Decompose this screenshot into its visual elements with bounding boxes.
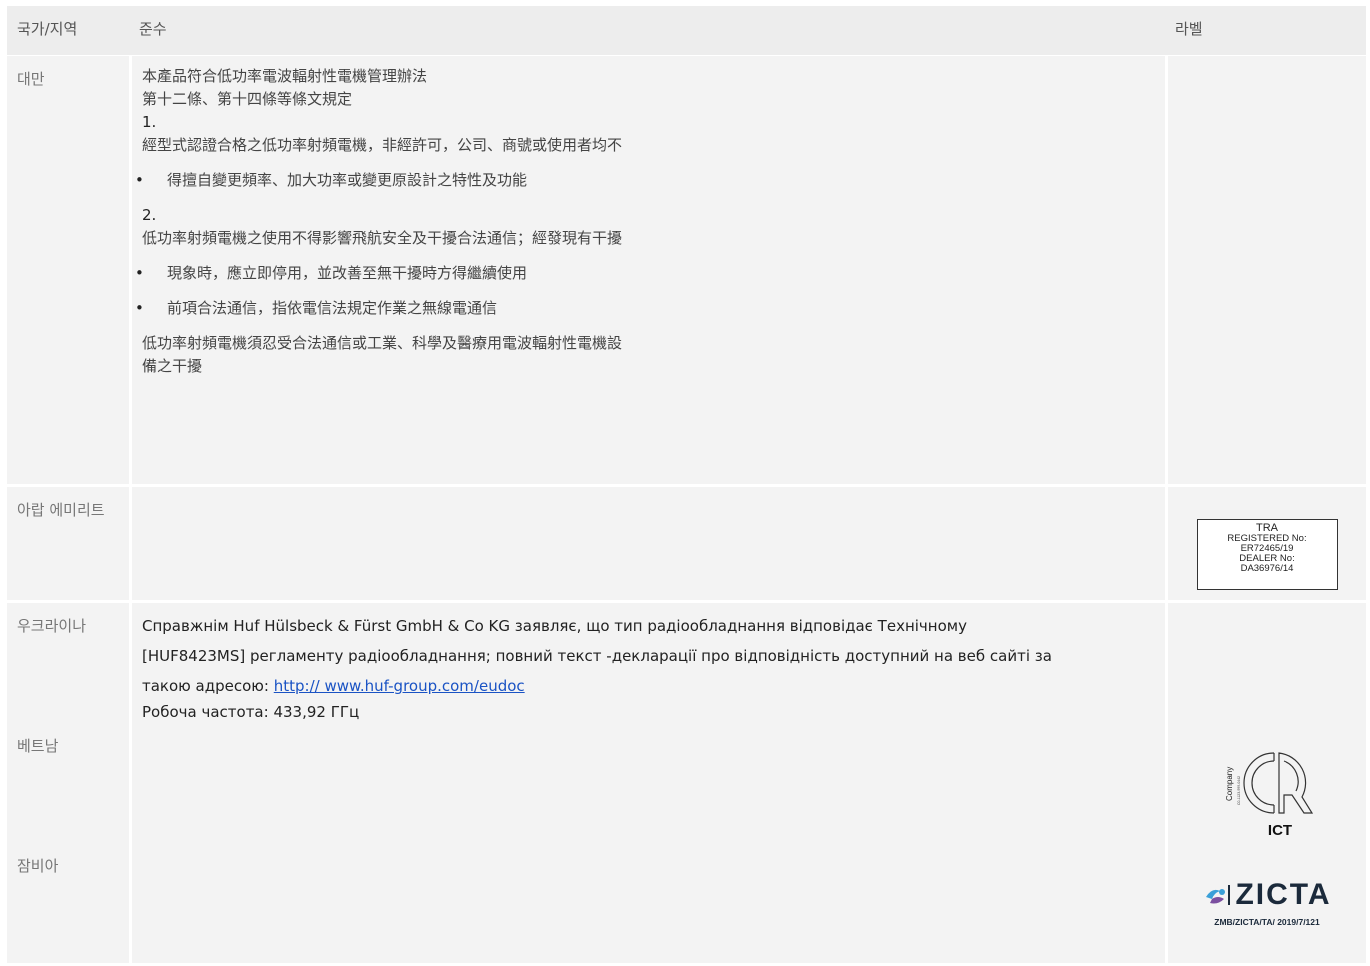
compliance-text: 本產品符合低功率電波輻射性電機管理辦法	[142, 67, 428, 85]
ict-text: ICT	[1268, 822, 1292, 839]
compliance-number: 1.	[142, 113, 157, 131]
compliance-text: 備之干擾	[142, 357, 203, 375]
compliance-vietnam	[129, 723, 1165, 850]
label-zambia: ZICTA ZMB/ZICTA/TA/ 2019/7/121	[1165, 843, 1366, 963]
table-row: 우크라이나 Справжнім Huf Hülsbeck & Fürst Gmb…	[7, 603, 1366, 733]
zicta-mark: ZICTA ZMB/ZICTA/TA/ 2019/7/121	[1192, 878, 1342, 953]
certification-table: 국가/지역 준수 라벨 대만 本產品符合低功率電波輻射性電機管理辦法 第十二條、…	[7, 6, 1366, 966]
list-item-text: 得擅自變更頻率、加大功率或變更原設計之特性及功能	[167, 171, 528, 189]
compliance-text: 低功率射頻電機須忍受合法通信或工業、科學及醫療用電波輻射性電機設	[142, 334, 623, 352]
list-item: • 現象時，應立即停用，並改善至無干擾時方得繼續使用	[135, 262, 1155, 285]
compliance-text: [HUF8423MS] регламенту радіообладнання; …	[142, 647, 1052, 665]
label-ukraine	[1165, 603, 1366, 733]
table-row: 잠비아 ZICTA ZMB/ZICTA/TA/ 2019/7/121	[7, 843, 1366, 963]
list-item: • 得擅自變更頻率、加大功率或變更原設計之特性及功能	[135, 169, 1155, 192]
zicta-brand: ZICTA	[1192, 878, 1342, 911]
compliance-text: такою адресою: http:// www.huf-group.com…	[142, 671, 1155, 701]
bullet: •	[135, 299, 144, 317]
bullet: •	[135, 171, 144, 189]
country-ukraine: 우크라이나	[7, 603, 129, 733]
address-prefix: такою адресою:	[142, 677, 274, 695]
zicta-emblem-icon	[1206, 885, 1231, 905]
eudoc-link[interactable]: http:// www.huf-group.com/eudoc	[274, 677, 525, 695]
compliance-uae	[129, 487, 1165, 600]
header-compliance: 준수	[129, 6, 1165, 55]
ict-mark: Company C0-1123-999-0442 ICT	[1212, 745, 1322, 840]
header-country: 국가/지역	[7, 6, 129, 55]
list-item-text: 前項合法通信，指依電信法規定作業之無線電通信	[167, 299, 498, 317]
country-vietnam: 베트남	[7, 723, 129, 850]
tra-registration-label: TRA REGISTERED No: ER72465/19 DEALER No:…	[1196, 519, 1338, 590]
country-zambia: 잠비아	[7, 843, 129, 963]
table-row: 아랍 에미리트 TRA REGISTERED No: ER72465/19 DE…	[7, 487, 1366, 600]
bullet: •	[135, 264, 144, 282]
label-taiwan	[1165, 56, 1366, 484]
table-row: 베트남 Company C0-1123-999-0442 ICT	[7, 723, 1366, 850]
label-uae: TRA REGISTERED No: ER72465/19 DEALER No:…	[1165, 487, 1366, 600]
ict-company-text: Company	[1225, 767, 1234, 801]
country-uae: 아랍 에미리트	[7, 487, 129, 600]
compliance-ukraine: Справжнім Huf Hülsbeck & Fürst GmbH & Co…	[129, 603, 1165, 733]
operating-frequency: Робоча частота: 433,92 ГГц	[142, 703, 360, 721]
ict-code-text: C0-1123-999-0442	[1237, 776, 1241, 805]
zicta-text: ZICTA	[1235, 878, 1332, 911]
label-vietnam: Company C0-1123-999-0442 ICT	[1165, 723, 1366, 850]
compliance-text: 第十二條、第十四條等條文規定	[142, 90, 353, 108]
compliance-text: 經型式認證合格之低功率射頻電機，非經許可，公司、商號或使用者均不	[142, 136, 623, 154]
compliance-text: 低功率射頻電機之使用不得影響飛航安全及干擾合法通信；經發現有干擾	[142, 229, 623, 247]
compliance-taiwan: 本產品符合低功率電波輻射性電機管理辦法 第十二條、第十四條等條文規定 1. 經型…	[129, 56, 1165, 484]
compliance-number: 2.	[142, 206, 157, 224]
compliance-text: Справжнім Huf Hülsbeck & Fürst GmbH & Co…	[142, 617, 967, 635]
list-item-text: 現象時，應立即停用，並改善至無干擾時方得繼續使用	[167, 264, 528, 282]
list-item: • 前項合法通信，指依電信法規定作業之無線電通信	[135, 297, 1155, 320]
zicta-code: ZMB/ZICTA/TA/ 2019/7/121	[1214, 917, 1320, 927]
tra-line: DA36976/14	[1240, 563, 1294, 574]
header-label: 라벨	[1165, 6, 1366, 55]
country-taiwan: 대만	[7, 56, 129, 484]
ict-logo-icon: Company C0-1123-999-0442 ICT	[1225, 752, 1314, 839]
compliance-zambia	[129, 843, 1165, 963]
table-header: 국가/지역 준수 라벨	[7, 6, 1366, 56]
table-row: 대만 本產品符合低功率電波輻射性電機管理辦法 第十二條、第十四條等條文規定 1.…	[7, 56, 1366, 484]
